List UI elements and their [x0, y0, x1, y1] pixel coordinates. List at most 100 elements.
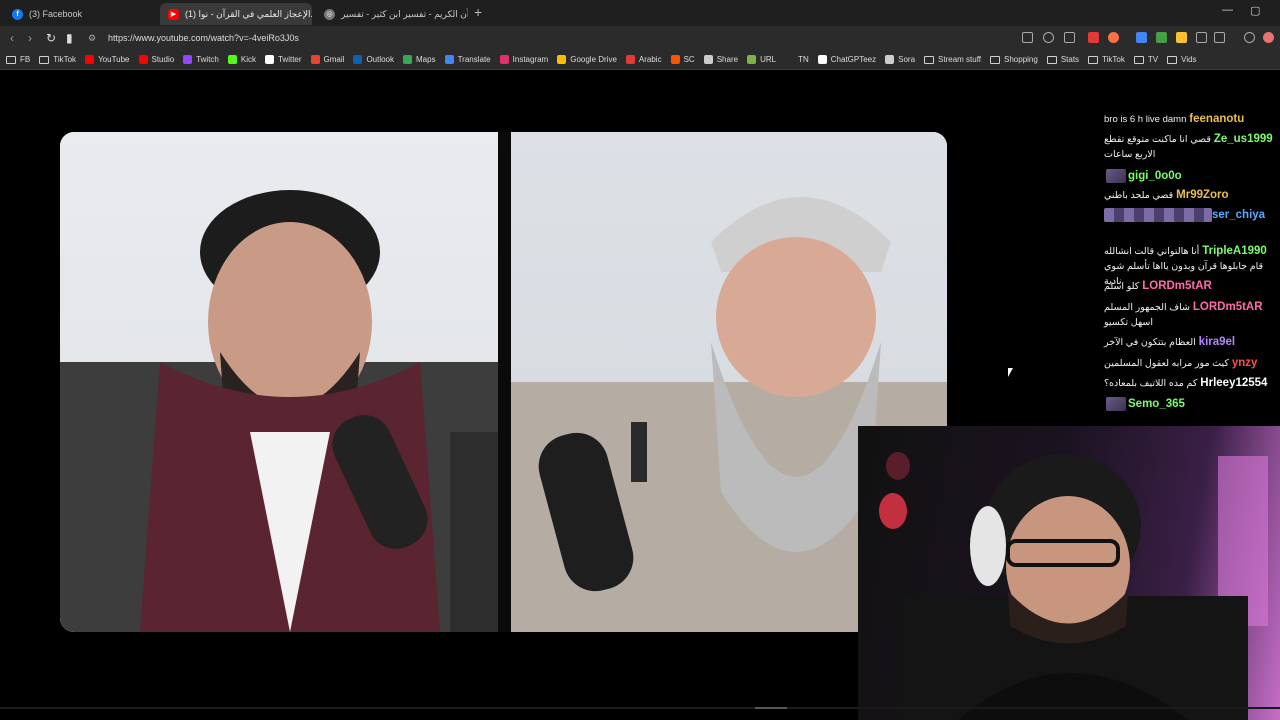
- chat-message: gigi_0o0o: [1104, 169, 1274, 184]
- bookmark-item[interactable]: Stream stuff: [924, 55, 981, 64]
- bookmark-item[interactable]: Share: [703, 55, 739, 64]
- bookmark-label: Google Drive: [570, 55, 617, 64]
- bookmark-item[interactable]: URL: [747, 55, 776, 64]
- bookmark-label: TV: [1147, 55, 1159, 64]
- chat-username[interactable]: LORDm5tAR: [1193, 301, 1263, 313]
- bookmark-item[interactable]: Sora: [885, 55, 915, 64]
- chat-username[interactable]: ser_chiya: [1212, 209, 1265, 221]
- chat-username[interactable]: Semo_365: [1128, 398, 1185, 410]
- chat-username[interactable]: LORDm5tAR: [1142, 280, 1212, 292]
- video-divider: [498, 132, 511, 632]
- youtube-icon: ▶: [168, 8, 179, 20]
- url-icon: [747, 55, 757, 64]
- bookmark-label: Instagram: [512, 55, 549, 64]
- extensions-puzzle-icon[interactable]: [1196, 32, 1207, 43]
- minimize-button[interactable]: —: [1222, 4, 1233, 16]
- bookmark-label: Maps: [416, 55, 436, 64]
- bookmark-label: TikTok: [1102, 55, 1125, 64]
- bookmark-item[interactable]: TV: [1133, 55, 1159, 64]
- bookmark-item[interactable]: YouTube: [85, 55, 130, 64]
- chat-username[interactable]: Ze_us1999: [1214, 133, 1273, 145]
- bookmark-item[interactable]: ChatGPTeez: [817, 55, 876, 64]
- chat-username[interactable]: kira9el: [1199, 336, 1235, 348]
- extension-alert-icon[interactable]: [1108, 32, 1119, 43]
- bookmark-label: Stats: [1060, 55, 1080, 64]
- chat-username[interactable]: gigi_0o0o: [1128, 170, 1182, 182]
- profile-avatar[interactable]: [1263, 32, 1274, 43]
- bookmark-item[interactable]: Maps: [403, 55, 436, 64]
- bookmarks-bar: FB TikTok YouTube Studio Twitch Kick Twitter Gm…: [0, 50, 1280, 70]
- extension-translate-icon[interactable]: [1136, 32, 1147, 43]
- bookmark-item[interactable]: TikTok: [39, 55, 76, 64]
- kick-icon: [227, 55, 237, 64]
- chat-username[interactable]: Mr99Zoro: [1176, 189, 1228, 201]
- address-bar[interactable]: ⚙ https://www.youtube.com/watch?v=-4veiR…: [84, 29, 1014, 47]
- share-icon[interactable]: [1064, 32, 1075, 43]
- folder-icon: [1088, 55, 1099, 64]
- tab-tafsir[interactable]: ◎ القرآن الكريم - تفسير ابن كثير - تفسير…: [316, 3, 468, 25]
- chat-username[interactable]: ynzy: [1232, 357, 1258, 369]
- maps-icon: [403, 55, 413, 64]
- sc-icon: [670, 55, 680, 64]
- extension-shield-icon[interactable]: [1088, 32, 1099, 43]
- bookmark-label: Translate: [457, 55, 491, 64]
- tab-youtube-video[interactable]: ▶ (1) الإعجاز العلمي في القرآن - نوا... …: [160, 3, 312, 25]
- chat-message: feenanotu bro is 6 h live damn: [1104, 112, 1274, 127]
- tab-facebook[interactable]: f (3) Facebook: [4, 3, 156, 25]
- bookmark-item[interactable]: Twitter: [264, 55, 302, 64]
- bookmark-item[interactable]: TN: [785, 55, 809, 64]
- chat-message: Mr99Zoro قصي ملحد باطني: [1104, 188, 1274, 203]
- bookmark-item[interactable]: Arabic: [625, 55, 662, 64]
- bookmark-item[interactable]: SC: [670, 55, 695, 64]
- folder-icon: [924, 55, 935, 64]
- twitch-icon: [183, 55, 193, 64]
- bookmark-label: Vids: [1181, 55, 1197, 64]
- chat-username[interactable]: feenanotu: [1189, 113, 1244, 125]
- bookmark-label: TikTok: [53, 55, 77, 64]
- chat-username[interactable]: Hrleey12554: [1200, 377, 1267, 389]
- extension-yellow-icon[interactable]: [1176, 32, 1187, 43]
- bookmark-item[interactable]: Gmail: [310, 55, 344, 64]
- globe-icon: ◎: [324, 8, 335, 20]
- back-icon[interactable]: ‹: [10, 31, 14, 45]
- bookmark-item[interactable]: Outlook: [353, 55, 394, 64]
- bookmark-item[interactable]: Google Drive: [557, 55, 617, 64]
- chat-message: kira9el العظام بتتكون في الآخر: [1104, 335, 1274, 350]
- bookmark-item[interactable]: Stats: [1046, 55, 1080, 64]
- gmail-icon: [310, 55, 320, 64]
- bookmark-label: Studio: [151, 55, 175, 64]
- reload-icon[interactable]: ↻: [46, 31, 56, 45]
- chat-message: LORDm5tAR كلو اسلم: [1104, 279, 1274, 294]
- cast-icon[interactable]: [1022, 32, 1033, 43]
- maximize-button[interactable]: ▢: [1250, 4, 1260, 17]
- bookmark-item[interactable]: Shopping: [990, 55, 1038, 64]
- chat-text: شاف الجمهور المسلم اسهل تكسيو: [1104, 302, 1190, 328]
- bookmark-item[interactable]: Twitch: [183, 55, 219, 64]
- extension-green-icon[interactable]: [1156, 32, 1167, 43]
- forward-icon[interactable]: ›: [28, 31, 32, 45]
- media-icon[interactable]: [1244, 32, 1255, 43]
- bookmark-icon[interactable]: ▮: [66, 31, 73, 45]
- bookmark-item[interactable]: TikTok: [1088, 55, 1125, 64]
- bookmark-label: Share: [716, 55, 739, 64]
- chat-username[interactable]: TripleA1990: [1202, 245, 1267, 257]
- webcam-overlay: [858, 426, 1280, 720]
- chat-message: ser_chiya: [1104, 208, 1274, 223]
- bookmark-item[interactable]: Vids: [1167, 55, 1197, 64]
- folder-icon: [1133, 55, 1144, 64]
- bookmark-item[interactable]: Studio: [138, 55, 175, 64]
- outlook-icon: [353, 55, 363, 64]
- bookmark-item[interactable]: FB: [6, 55, 30, 64]
- bookmark-item[interactable]: Translate: [444, 55, 491, 64]
- sidebar-icon[interactable]: [1214, 32, 1225, 43]
- zoom-icon[interactable]: [1043, 32, 1054, 43]
- browser-toolbar: ‹ › ↻ ▮ ⚙ https://www.youtube.com/watch?…: [0, 26, 1280, 50]
- youtube-studio-icon: [138, 55, 148, 64]
- bookmark-item[interactable]: Instagram: [499, 55, 549, 64]
- site-info-icon[interactable]: ⚙: [88, 33, 102, 44]
- video-player[interactable]: [60, 132, 947, 632]
- page-scroll-thumb[interactable]: [755, 707, 787, 709]
- new-tab-button[interactable]: +: [474, 4, 482, 20]
- cloud-icon: [703, 55, 713, 64]
- bookmark-item[interactable]: Kick: [227, 55, 256, 64]
